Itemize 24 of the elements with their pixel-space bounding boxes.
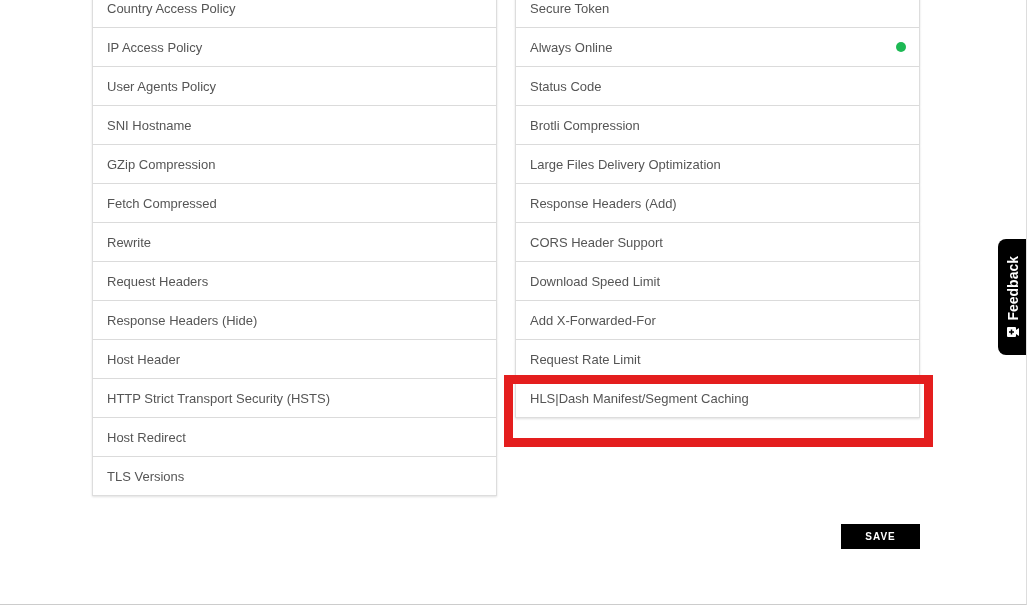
list-item[interactable]: Large Files Delivery Optimization	[515, 145, 920, 184]
list-item[interactable]: Add X-Forwarded-For	[515, 301, 920, 340]
list-item[interactable]: Country Access Policy	[92, 0, 497, 28]
list-item[interactable]: User Agents Policy	[92, 67, 497, 106]
feedback-tab[interactable]: Feedback	[998, 239, 1026, 355]
list-item[interactable]: Download Speed Limit	[515, 262, 920, 301]
list-item[interactable]: Request Headers	[92, 262, 497, 301]
list-item[interactable]: IP Access Policy	[92, 28, 497, 67]
list-item[interactable]: Status Code	[515, 67, 920, 106]
list-item[interactable]: GZip Compression	[92, 145, 497, 184]
list-item[interactable]: TLS Versions	[92, 457, 497, 496]
list-item[interactable]: HTTP Strict Transport Security (HSTS)	[92, 379, 497, 418]
list-item[interactable]: Host Redirect	[92, 418, 497, 457]
list-item[interactable]: SNI Hostname	[92, 106, 497, 145]
save-button[interactable]: SAVE	[841, 524, 920, 549]
list-item[interactable]: Secure Token	[515, 0, 920, 28]
list-item[interactable]: Rewrite	[92, 223, 497, 262]
list-item[interactable]: Fetch Compressed	[92, 184, 497, 223]
list-item[interactable]: CORS Header Support	[515, 223, 920, 262]
list-item[interactable]: Brotli Compression	[515, 106, 920, 145]
list-item[interactable]: Response Headers (Add)	[515, 184, 920, 223]
list-item[interactable]: Always Online	[515, 28, 920, 67]
list-item[interactable]: Host Header	[92, 340, 497, 379]
list-item[interactable]: Response Headers (Hide)	[92, 301, 497, 340]
